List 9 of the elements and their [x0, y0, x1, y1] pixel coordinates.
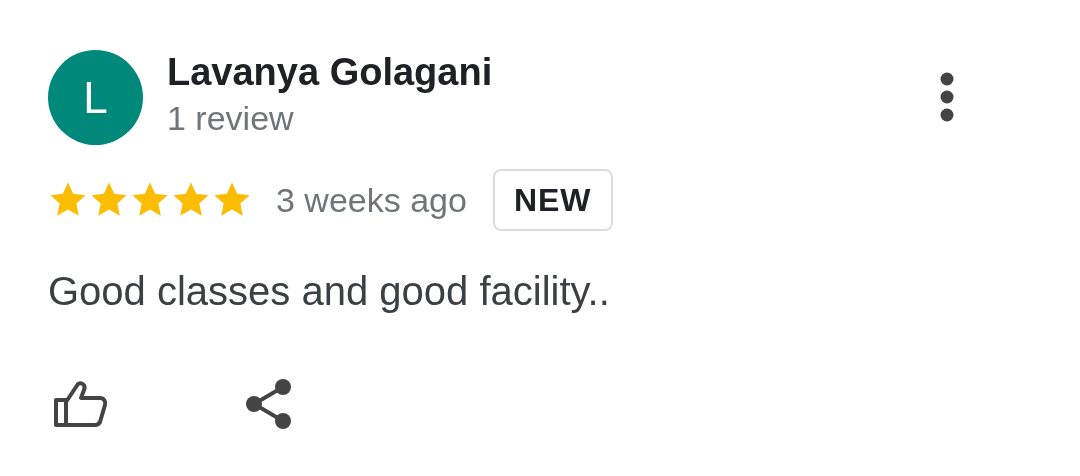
review-time: 3 weeks ago: [276, 179, 467, 221]
reviewer-name[interactable]: Lavanya Golagani: [167, 52, 939, 94]
share-icon[interactable]: [245, 379, 293, 430]
review-text: Good classes and good facility..: [48, 268, 611, 316]
thumbs-up-icon[interactable]: [52, 380, 108, 429]
more-options-icon[interactable]: [939, 72, 955, 122]
review-count: 1 review: [167, 99, 295, 138]
avatar: L: [48, 50, 143, 145]
new-badge: NEW: [492, 169, 613, 232]
